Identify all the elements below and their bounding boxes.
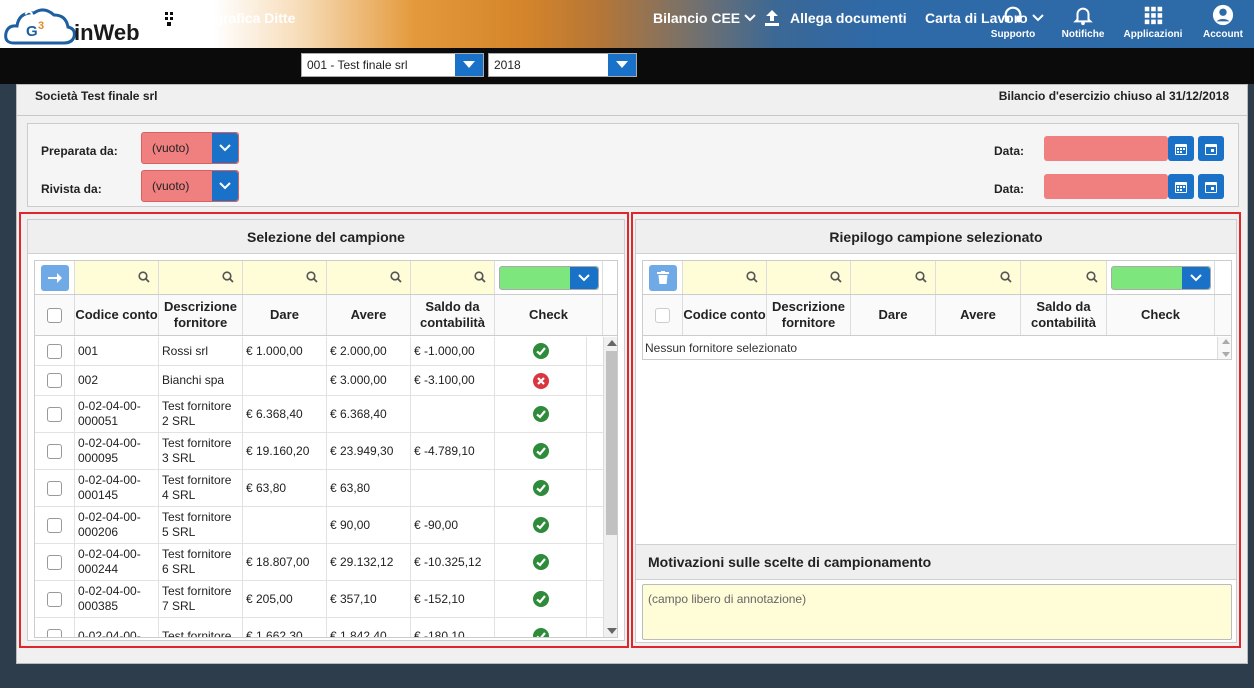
upload-icon <box>765 10 779 26</box>
preparata-label: Preparata da: <box>41 144 118 158</box>
rivista-select[interactable]: (vuoto) <box>141 170 239 202</box>
video-button[interactable] <box>72 0 90 36</box>
divider <box>17 115 1247 116</box>
home-icon <box>120 10 138 26</box>
bell-icon <box>1073 7 1093 26</box>
carta-di-lavoro-menu[interactable]: Carta di Lavoro <box>925 0 1044 36</box>
home-button[interactable] <box>120 0 138 36</box>
calendar-today-icon <box>1205 143 1217 155</box>
allega-documenti-label: Allega documenti <box>790 10 907 26</box>
bilancio-cee-label: Bilancio CEE <box>653 10 741 26</box>
anagrafica-ditte-link[interactable]: Anagrafica Ditte <box>162 0 295 36</box>
preparation-panel: Preparata da: (vuoto) Rivista da: (vuoto… <box>27 123 1239 207</box>
rivista-label: Rivista da: <box>41 182 102 196</box>
fiscal-year-label: Bilancio d'esercizio chiuso al 31/12/201… <box>998 89 1229 103</box>
ditta-dropdown-button[interactable] <box>455 54 483 76</box>
help-button[interactable]: ? <box>24 0 34 36</box>
year-dropdown-button[interactable] <box>608 54 636 76</box>
chevron-down-icon <box>219 144 231 152</box>
anagrafica-ditte-label: Anagrafica Ditte <box>188 10 296 26</box>
preparata-dropdown-button[interactable] <box>212 133 238 163</box>
chevron-down-icon <box>463 61 475 68</box>
allega-documenti-button[interactable]: Allega documenti <box>764 0 907 36</box>
chevron-down-icon <box>616 61 628 68</box>
main-content: Società Test finale srl Bilancio d'eserc… <box>16 84 1248 664</box>
rivista-value: (vuoto) <box>152 179 190 193</box>
calendar-icon <box>1175 181 1187 193</box>
bilancio-cee-menu[interactable]: Bilancio CEE <box>653 0 756 36</box>
highlight-frame-right <box>631 212 1241 648</box>
data-rivista-today-button[interactable] <box>1198 174 1224 199</box>
chevron-down-icon <box>744 14 756 22</box>
data-preparata-label: Data: <box>994 144 1025 158</box>
header-applicazioni-button[interactable]: Applicazioni <box>1118 4 1188 46</box>
account-icon <box>1212 4 1234 26</box>
carta-di-lavoro-label: Carta di Lavoro <box>925 10 1028 26</box>
preparata-value: (vuoto) <box>152 141 190 155</box>
chevron-down-icon <box>1031 14 1044 22</box>
ditta-select-value: 001 - Test finale srl <box>307 58 408 72</box>
video-camera-icon <box>72 13 90 23</box>
apps-grid-icon <box>1144 6 1163 25</box>
svg-text:3: 3 <box>38 20 44 32</box>
data-rivista-field[interactable] <box>1044 174 1168 199</box>
data-preparata-today-button[interactable] <box>1198 136 1224 161</box>
data-preparata-calendar-button[interactable] <box>1168 136 1194 161</box>
preparata-select[interactable]: (vuoto) <box>141 132 239 164</box>
header-applicazioni-label: Applicazioni <box>1123 29 1183 40</box>
building-icon <box>163 10 175 26</box>
rivista-dropdown-button[interactable] <box>212 171 238 201</box>
data-rivista-calendar-button[interactable] <box>1168 174 1194 199</box>
year-select[interactable]: 2018 <box>488 53 637 77</box>
highlight-frame-left <box>19 212 629 648</box>
ditta-select[interactable]: 001 - Test finale srl <box>301 53 484 77</box>
company-name: Società Test finale srl <box>35 89 158 103</box>
header-account-button[interactable]: Account <box>1188 4 1254 46</box>
data-preparata-field[interactable] <box>1044 136 1168 161</box>
header-account-label: Account <box>1203 29 1243 40</box>
year-select-value: 2018 <box>494 58 521 72</box>
help-label: ? <box>24 9 34 26</box>
header-notifiche-label: Notifiche <box>1061 29 1105 40</box>
calendar-icon <box>1175 143 1187 155</box>
chevron-down-icon <box>219 182 231 190</box>
header-notifiche-button[interactable]: Notifiche <box>1048 4 1118 46</box>
calendar-today-icon <box>1205 181 1217 193</box>
data-rivista-label: Data: <box>994 182 1025 196</box>
